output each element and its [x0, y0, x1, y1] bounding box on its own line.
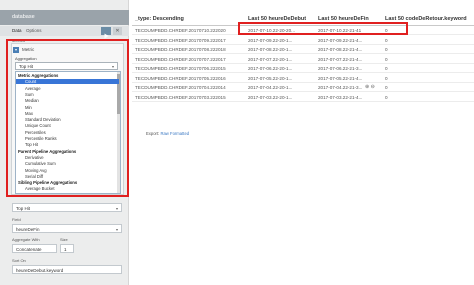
tab-data[interactable]: Data [12, 28, 22, 33]
aggregate-with-select[interactable]: Concatenate [12, 244, 57, 253]
aggregation-select-lower[interactable]: Top Hit ▾ [12, 203, 122, 212]
highlight-box-aggregation [6, 39, 129, 197]
table-cell: 0 [385, 66, 388, 71]
field-value: heureDeFin [16, 227, 40, 232]
table-cell: 0 [385, 85, 388, 90]
chevron-down-icon: ▾ [115, 206, 118, 211]
table-cell: TECDUMPBDD.CHRDEF.20170703.222015 [135, 94, 226, 100]
table-cell: 2017-07-08.22-21-4... [318, 47, 363, 52]
table-cell: 2017-07-06.22-21-3... [318, 66, 363, 71]
table-cell: 2017-07-05.22-20-1... [248, 75, 293, 81]
table-cell: 2017-07-09.22-20-1... [248, 37, 293, 43]
index-pattern-title: database [12, 14, 35, 20]
size-input[interactable]: 1 [60, 244, 74, 253]
table-cell: 2017-07-06.22-20-1... [248, 66, 293, 71]
filter-magnify-icon[interactable]: ⊕ ⊖ [365, 84, 375, 90]
size-value: 1 [64, 247, 67, 252]
tab-options[interactable]: Options [26, 28, 42, 33]
table-cell: 0 [385, 37, 388, 43]
table-cell: TECDUMPBDD.CHRDEF.20170709.222017 [135, 37, 226, 43]
field-label: Field [12, 217, 21, 222]
field-select[interactable]: heureDeFin ▾ [12, 224, 122, 233]
column-header-type[interactable]: _type: Descending [135, 16, 184, 22]
table-row: TECDUMPBDD.CHRDEF.20170704.222014 2017-07… [132, 83, 474, 92]
sort-on-select[interactable]: heureDeDebut.keyword [12, 265, 122, 274]
aggregate-with-label: Aggregate With [12, 237, 40, 242]
table-row: TECDUMPBDD.CHRDEF.20170706.222015 2017-07… [132, 64, 474, 73]
table-cell: 2017-07-07.22-20-1... [248, 56, 293, 62]
table-cell: TECDUMPBDD.CHRDEF.20170704.222014 [135, 85, 226, 90]
aggregate-with-value: Concatenate [16, 247, 42, 252]
size-label: Size [60, 237, 68, 242]
table-cell: 2017-07-03.22-21-4... [318, 94, 363, 100]
table-cell: TECDUMPBDD.CHRDEF.20170708.222018 [135, 47, 226, 52]
export-links: Export: Raw Formatted [146, 131, 189, 136]
sort-on-label: Sort On [12, 258, 26, 263]
table-row: TECDUMPBDD.CHRDEF.20170708.222018 2017-07… [132, 45, 474, 54]
table-cell: 2017-07-04.22-20-1... [248, 85, 293, 90]
discard-changes-button[interactable]: ✕ [113, 27, 122, 35]
table-row: TECDUMPBDD.CHRDEF.20170709.222017 2017-07… [132, 36, 474, 45]
apply-changes-button[interactable] [101, 27, 111, 39]
editor-sidebar: database Data Options ✕ Metrics ▾ Metric… [0, 0, 129, 285]
highlight-box-first-row [238, 22, 408, 35]
table-row: TECDUMPBDD.CHRDEF.20170707.222017 2017-07… [132, 55, 474, 64]
table-cell: TECDUMPBDD.CHRDEF.20170706.222015 [135, 66, 226, 71]
table-cell: 0 [385, 75, 388, 81]
table-cell: 0 [385, 94, 388, 100]
table-cell: 0 [385, 56, 388, 62]
export-label: Export: [146, 131, 160, 136]
table-row: TECDUMPBDD.CHRDEF.20170703.222015 2017-07… [132, 93, 474, 102]
table-cell: 0 [385, 47, 388, 52]
table-cell: 2017-07-05.22-21-4... [318, 75, 363, 81]
chevron-down-icon: ▾ [115, 227, 118, 232]
index-pattern-header: database [0, 10, 129, 25]
table-cell: 2017-07-08.22-20-1... [248, 47, 293, 52]
table-row: TECDUMPBDD.CHRDEF.20170705.222016 2017-07… [132, 74, 474, 83]
table-cell: 2017-07-03.22-20-1... [248, 94, 293, 100]
aggregation-lower-value: Top Hit [16, 206, 31, 211]
table-cell: TECDUMPBDD.CHRDEF.20170707.222017 [135, 56, 226, 62]
table-cell: TECDUMPBDD.CHRDEF.20170710.222020 [135, 28, 226, 33]
sort-on-value: heureDeDebut.keyword [16, 268, 64, 273]
table-cell: 2017-07-09.22-21-4... [318, 37, 363, 43]
table-cell: 2017-07-04.22-21-3... [318, 85, 363, 90]
table-cell: 2017-07-07.22-21-4... [318, 56, 363, 62]
table-cell: TECDUMPBDD.CHRDEF.20170705.222016 [135, 75, 226, 81]
export-raw-link[interactable]: Raw [160, 131, 168, 136]
export-formatted-link[interactable]: Formatted [170, 131, 189, 136]
